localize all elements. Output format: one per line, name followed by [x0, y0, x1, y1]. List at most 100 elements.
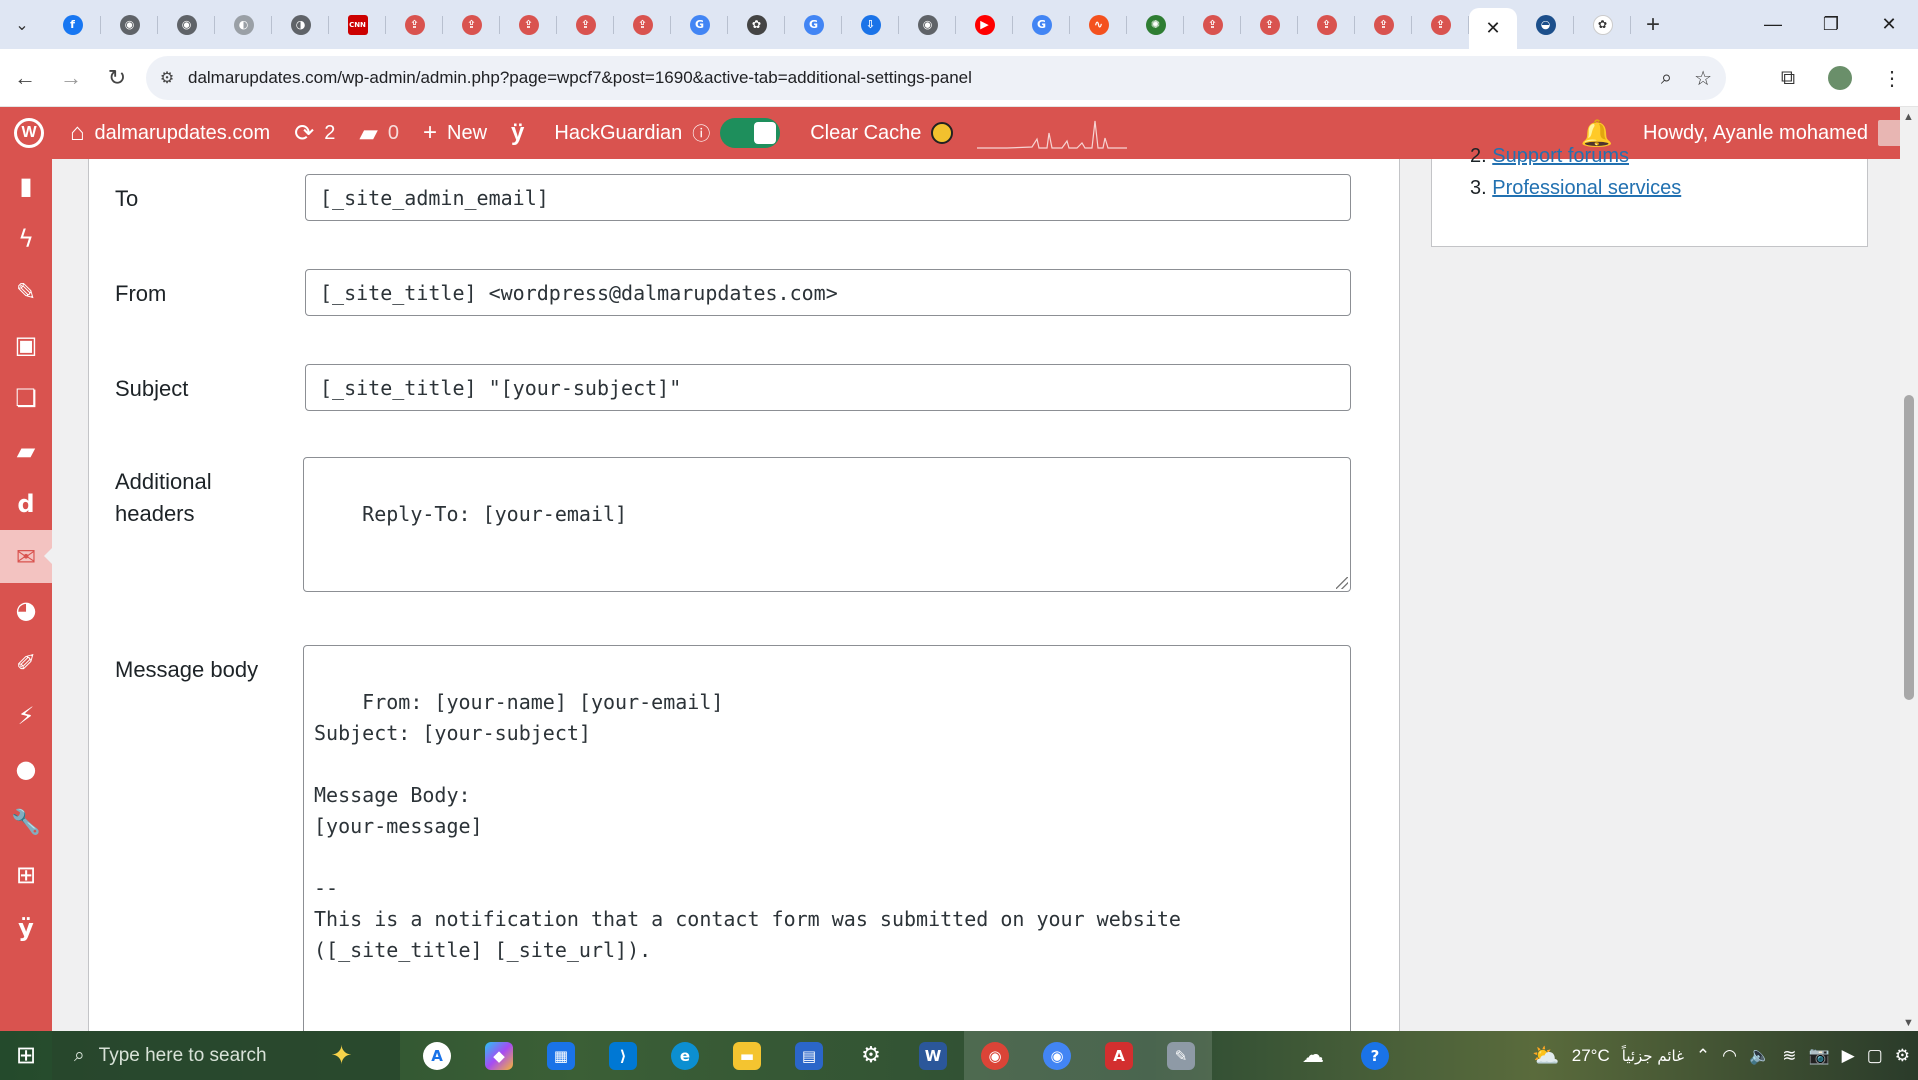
- browser-tab[interactable]: ⇩: [842, 0, 899, 49]
- tab-browser[interactable]: ◒: [1517, 0, 1574, 49]
- browser-tab[interactable]: G: [671, 0, 728, 49]
- message-body-textarea[interactable]: From: [your-name] [your-email] Subject: …: [303, 645, 1351, 1045]
- taskbar-app-paint[interactable]: ✎: [1150, 1031, 1212, 1080]
- browser-tab[interactable]: ✿: [728, 0, 785, 49]
- taskbar-app-store[interactable]: ▦: [530, 1031, 592, 1080]
- address-bar[interactable]: ⚙ dalmarupdates.com/wp-admin/admin.php?p…: [146, 56, 1726, 100]
- windows-start-icon[interactable]: ⊞: [0, 1031, 52, 1080]
- browser-tab[interactable]: ⇪: [1241, 0, 1298, 49]
- scroll-down-icon[interactable]: ▼: [1903, 1017, 1914, 1029]
- bookmark-star-icon[interactable]: ☆: [1694, 66, 1712, 91]
- tab-search-chevron-icon[interactable]: ⌄: [0, 0, 44, 49]
- settings-icon[interactable]: ⊞: [0, 848, 52, 901]
- browser-tab[interactable]: ∿: [1070, 0, 1127, 49]
- browser-tab[interactable]: G: [785, 0, 842, 49]
- professional-services-link[interactable]: Professional services: [1492, 177, 1681, 199]
- taskbar-app-news[interactable]: ▤: [778, 1031, 840, 1080]
- comments-link[interactable]: ▰ 0: [347, 107, 411, 159]
- minimize-icon[interactable]: —: [1744, 0, 1802, 49]
- browser-tab[interactable]: ⇪: [1298, 0, 1355, 49]
- additional-headers-textarea[interactable]: Reply-To: [your-email]: [303, 457, 1351, 592]
- profile-avatar[interactable]: [1814, 49, 1866, 107]
- new-tab-button[interactable]: +: [1631, 0, 1675, 49]
- taskbar-app-chrome-profile[interactable]: ◉: [1026, 1031, 1088, 1080]
- extensions-icon[interactable]: ⧉: [1762, 49, 1814, 107]
- taskbar-app-vscode[interactable]: ⟩: [592, 1031, 654, 1080]
- browser-tab[interactable]: ⇪: [1412, 0, 1469, 49]
- appearance-icon[interactable]: ◕: [0, 583, 52, 636]
- users-icon[interactable]: ●: [0, 742, 52, 795]
- pin-icon[interactable]: ✎: [0, 265, 52, 318]
- comments-icon[interactable]: ▰: [0, 424, 52, 477]
- page-scrollbar[interactable]: ▲ ▼: [1900, 107, 1918, 1031]
- site-info-icon[interactable]: ⚙: [146, 68, 188, 88]
- browser-tab[interactable]: ◐: [215, 0, 272, 49]
- window-icon[interactable]: ▢: [1867, 1046, 1883, 1066]
- taskbar-app-settings[interactable]: ⚙: [840, 1031, 902, 1080]
- wifi-icon[interactable]: ≋: [1782, 1046, 1796, 1066]
- updates-link[interactable]: ⟳ 2: [282, 107, 347, 159]
- traffic-sparkline[interactable]: [965, 107, 1139, 159]
- my-account-menu[interactable]: Howdy, Ayanle mohamed: [1643, 107, 1904, 159]
- yoast-menu[interactable]: ÿ: [499, 107, 536, 159]
- browser-tab[interactable]: ◉: [899, 0, 956, 49]
- taskbar-search[interactable]: ⌕ Type here to search ✦: [52, 1031, 400, 1080]
- subject-field[interactable]: [_site_title] "[your-subject]": [305, 364, 1351, 411]
- resize-handle-icon[interactable]: [1336, 577, 1348, 589]
- from-field[interactable]: [_site_title] <wordpress@dalmarupdates.c…: [305, 269, 1351, 316]
- gear-icon[interactable]: ⚙: [1895, 1046, 1910, 1066]
- taskbar-app-explorer[interactable]: ▬: [716, 1031, 778, 1080]
- browser-tab[interactable]: ◉: [158, 0, 215, 49]
- support-forums-link[interactable]: Support forums: [1492, 145, 1629, 165]
- dashboard-icon[interactable]: ▮: [0, 159, 52, 212]
- browser-tab[interactable]: ▶: [956, 0, 1013, 49]
- taskbar-app-acrobat[interactable]: A: [1088, 1031, 1150, 1080]
- browser-tab[interactable]: ⇪: [443, 0, 500, 49]
- browser-tab[interactable]: ✺: [1127, 0, 1184, 49]
- taskbar-app-edge[interactable]: e: [654, 1031, 716, 1080]
- forward-icon[interactable]: →: [48, 55, 94, 101]
- weather-text[interactable]: غائم جزئياً: [1622, 1047, 1684, 1065]
- browser-tab[interactable]: ⇪: [1184, 0, 1241, 49]
- hackguardian-menu[interactable]: HackGuardian ⓘ: [536, 107, 792, 159]
- tab-openai[interactable]: ✿: [1574, 0, 1631, 49]
- pages-icon[interactable]: ❏: [0, 371, 52, 424]
- browser-tab[interactable]: ⇪: [1355, 0, 1412, 49]
- mail-icon[interactable]: ✉: [0, 530, 53, 583]
- taskbar-app-chrome[interactable]: ◉: [964, 1031, 1026, 1080]
- chevron-up-icon[interactable]: ⌃: [1696, 1046, 1710, 1066]
- browser-tab[interactable]: f: [44, 0, 101, 49]
- browser-tab[interactable]: ◉: [101, 0, 158, 49]
- plugins-icon[interactable]: ⚡: [0, 689, 52, 742]
- restore-icon[interactable]: ❐: [1802, 0, 1860, 49]
- back-icon[interactable]: ←: [2, 55, 48, 101]
- close-window-icon[interactable]: ✕: [1860, 0, 1918, 49]
- hackguardian-toggle[interactable]: [720, 118, 781, 148]
- browser-tab[interactable]: ◑: [272, 0, 329, 49]
- activity-icon[interactable]: ϟ: [0, 212, 52, 265]
- browser-tab[interactable]: ⇪: [500, 0, 557, 49]
- browser-menu-icon[interactable]: ⋮: [1866, 49, 1918, 107]
- tools-icon[interactable]: ✐: [0, 636, 52, 689]
- to-field[interactable]: [_site_admin_email]: [305, 174, 1351, 221]
- yoast-icon[interactable]: ÿ: [0, 901, 52, 954]
- taskbar-app-appstore[interactable]: A: [406, 1031, 468, 1080]
- browser-tab[interactable]: G: [1013, 0, 1070, 49]
- browser-tab[interactable]: CNN: [329, 0, 386, 49]
- site-name-link[interactable]: ⌂ dalmarupdates.com: [58, 107, 282, 159]
- browser-tab[interactable]: ⇪: [557, 0, 614, 49]
- clear-cache-button[interactable]: Clear Cache: [792, 107, 965, 159]
- weather-icon[interactable]: ⛅: [1532, 1043, 1559, 1069]
- reload-icon[interactable]: ↻: [94, 55, 140, 101]
- taskbar-app-help[interactable]: ?: [1344, 1031, 1406, 1080]
- volume-icon[interactable]: 🔈: [1749, 1046, 1770, 1066]
- notification-bell-icon[interactable]: 🔔: [1581, 118, 1613, 149]
- taskbar-app-word[interactable]: W: [902, 1031, 964, 1080]
- temperature[interactable]: 27°C: [1572, 1046, 1610, 1066]
- active-tab[interactable]: ✕: [1469, 8, 1517, 49]
- video-icon[interactable]: ▶: [1842, 1046, 1855, 1066]
- divi-icon[interactable]: d: [0, 477, 52, 530]
- url-text[interactable]: dalmarupdates.com/wp-admin/admin.php?pag…: [188, 68, 972, 88]
- taskbar-app-copilot[interactable]: ◆: [468, 1031, 530, 1080]
- taskbar-app-cloud[interactable]: ☁: [1282, 1031, 1344, 1080]
